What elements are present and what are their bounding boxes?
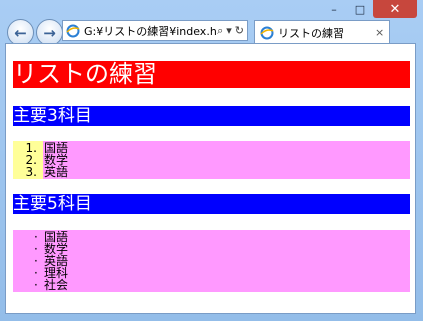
address-url[interactable]: G:¥リストの練習¥index.htm <box>84 23 217 39</box>
close-button[interactable]: ✕ <box>373 0 417 18</box>
list-item-text: 社会 <box>44 278 69 292</box>
search-icon[interactable]: ⌕ <box>217 24 223 38</box>
maximize-button[interactable]: □ <box>347 0 373 18</box>
dropdown-icon[interactable]: ▾ <box>226 24 232 38</box>
browser-tab[interactable]: リストの練習 × <box>254 20 390 44</box>
page-title: リストの練習 <box>13 61 410 88</box>
browser-window: – □ ✕ ← → G:¥リストの練習¥index.htm ⌕ ▾ ↻ リストの… <box>0 0 423 321</box>
tab-close-icon[interactable]: × <box>375 26 389 39</box>
ie-tab-icon <box>260 26 274 39</box>
arrow-left-icon: ← <box>14 23 27 42</box>
address-tools: ⌕ ▾ ↻ <box>217 24 247 38</box>
caption-buttons: – □ ✕ <box>321 0 417 20</box>
list-marker: 3. <box>25 165 37 179</box>
address-bar[interactable]: G:¥リストの練習¥index.htm ⌕ ▾ ↻ <box>62 20 248 41</box>
minimize-button[interactable]: – <box>321 0 347 18</box>
ordered-list: 1. 国語 2. 数学 3. 英語 <box>13 141 410 179</box>
section2-heading: 主要5科目 <box>13 194 410 214</box>
page-content: リストの練習 主要3科目 1. 国語 2. 数学 3. 英語 主要5科目 · 国… <box>5 43 416 314</box>
bullet-marker: · <box>34 278 38 292</box>
ie-page-icon <box>66 24 80 37</box>
refresh-icon[interactable]: ↻ <box>235 24 244 38</box>
arrow-right-icon: → <box>43 23 56 42</box>
tab-title: リストの練習 <box>278 26 344 40</box>
back-button[interactable]: ← <box>7 19 34 46</box>
unordered-list: · 国語 · 数学 · 英語 · 理科 · 社会 <box>13 230 410 292</box>
section1-heading: 主要3科目 <box>13 106 410 126</box>
forward-button[interactable]: → <box>36 19 63 46</box>
list-item-text: 英語 <box>44 165 69 179</box>
